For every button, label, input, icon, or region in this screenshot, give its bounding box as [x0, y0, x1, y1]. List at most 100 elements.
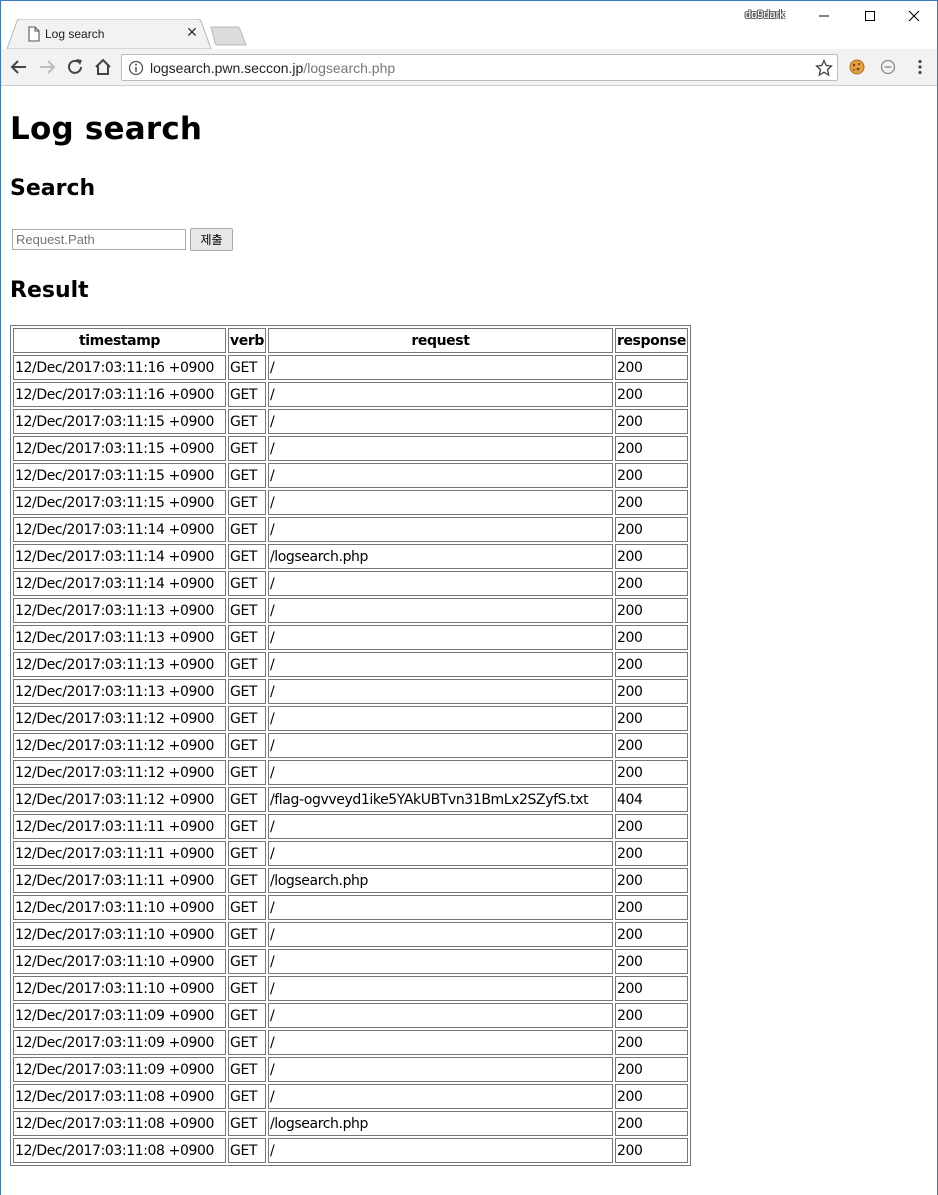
cell-timestamp: 12/Dec/2017:03:11:10 +0900	[13, 976, 226, 1001]
browser-window: Log search ✕ do9dark logsearch.pwn.secco…	[0, 0, 938, 1195]
cell-verb: GET	[228, 922, 266, 947]
page-title: Log search	[10, 111, 203, 147]
cell-response: 200	[614, 1111, 688, 1136]
maximize-icon[interactable]	[847, 1, 893, 31]
cell-timestamp: 12/Dec/2017:03:11:08 +0900	[13, 1084, 226, 1109]
cell-request: /	[267, 679, 613, 704]
table-row: 12/Dec/2017:03:11:11 +0900 GET/200	[13, 841, 688, 866]
home-icon[interactable]	[93, 57, 113, 77]
table-row: 12/Dec/2017:03:11:10 +0900 GET/200	[13, 949, 688, 974]
cell-timestamp: 12/Dec/2017:03:11:13 +0900	[13, 652, 226, 677]
forward-arrow-icon[interactable]	[37, 57, 57, 77]
cell-verb: GET	[228, 787, 266, 812]
cell-verb: GET	[228, 895, 266, 920]
cell-verb: GET	[228, 355, 266, 380]
back-arrow-icon[interactable]	[9, 57, 29, 77]
kebab-menu-icon[interactable]	[910, 57, 930, 77]
url-path: /logsearch.php	[303, 60, 396, 76]
cell-verb: GET	[228, 1138, 266, 1163]
cell-timestamp: 12/Dec/2017:03:11:14 +0900	[13, 544, 226, 569]
cell-verb: GET	[228, 868, 266, 893]
cell-timestamp: 12/Dec/2017:03:11:15 +0900	[13, 490, 226, 515]
cell-timestamp: 12/Dec/2017:03:11:13 +0900	[13, 625, 226, 650]
cell-timestamp: 12/Dec/2017:03:11:11 +0900	[13, 814, 226, 839]
cell-timestamp: 12/Dec/2017:03:11:09 +0900	[13, 1057, 226, 1082]
cell-request: /	[267, 733, 613, 758]
cell-response: 200	[614, 895, 688, 920]
minimize-icon[interactable]	[801, 1, 847, 31]
cookie-icon[interactable]	[847, 57, 867, 77]
cell-verb: GET	[228, 436, 266, 461]
cell-request: /	[267, 571, 613, 596]
cell-timestamp: 12/Dec/2017:03:11:15 +0900	[13, 436, 226, 461]
browser-toolbar: logsearch.pwn.seccon.jp/logsearch.php	[1, 49, 937, 86]
table-row: 12/Dec/2017:03:11:10 +0900 GET/200	[13, 976, 688, 1001]
table-row: 12/Dec/2017:03:11:09 +0900 GET/200	[13, 1057, 688, 1082]
cell-verb: GET	[228, 760, 266, 785]
cell-response: 200	[614, 625, 688, 650]
cell-timestamp: 12/Dec/2017:03:11:14 +0900	[13, 517, 226, 542]
cell-verb: GET	[228, 625, 266, 650]
table-row: 12/Dec/2017:03:11:11 +0900 GET/logsearch.…	[13, 868, 688, 893]
cell-timestamp: 12/Dec/2017:03:11:12 +0900	[13, 733, 226, 758]
cell-response: 200	[614, 814, 688, 839]
cell-verb: GET	[228, 1057, 266, 1082]
cell-response: 200	[614, 355, 688, 380]
cell-response: 200	[614, 652, 688, 677]
result-heading: Result	[10, 278, 89, 303]
search-input[interactable]	[12, 229, 186, 250]
cell-response: 200	[614, 544, 688, 569]
cell-verb: GET	[228, 517, 266, 542]
cell-response: 200	[614, 976, 688, 1001]
table-row: 12/Dec/2017:03:11:16 +0900 GET/200	[13, 355, 688, 380]
close-icon[interactable]: ✕	[185, 26, 199, 40]
star-icon[interactable]	[814, 58, 834, 77]
reload-icon[interactable]	[65, 57, 85, 77]
profile-name[interactable]: do9dark	[745, 9, 785, 21]
cell-timestamp: 12/Dec/2017:03:11:09 +0900	[13, 1003, 226, 1028]
cell-verb: GET	[228, 976, 266, 1001]
info-icon[interactable]	[128, 60, 144, 76]
cell-verb: GET	[228, 571, 266, 596]
cell-timestamp: 12/Dec/2017:03:11:10 +0900	[13, 949, 226, 974]
cell-response: 200	[614, 490, 688, 515]
cell-verb: GET	[228, 841, 266, 866]
cell-timestamp: 12/Dec/2017:03:11:09 +0900	[13, 1030, 226, 1055]
cell-response: 200	[614, 463, 688, 488]
cell-verb: GET	[228, 1084, 266, 1109]
submit-button[interactable]: 제출	[190, 228, 233, 251]
new-tab-button[interactable]	[209, 26, 261, 46]
cell-response: 200	[614, 1138, 688, 1163]
cell-response: 200	[614, 598, 688, 623]
table-row: 12/Dec/2017:03:11:12 +0900 GET/200	[13, 760, 688, 785]
cell-timestamp: 12/Dec/2017:03:11:13 +0900	[13, 679, 226, 704]
cell-request: /	[267, 652, 613, 677]
cell-response: 200	[614, 409, 688, 434]
window-close-icon[interactable]	[891, 1, 937, 31]
table-row: 12/Dec/2017:03:11:12 +0900 GET/200	[13, 706, 688, 731]
browser-tab[interactable]: Log search ✕	[7, 19, 213, 49]
table-row: 12/Dec/2017:03:11:08 +0900 GET/200	[13, 1084, 688, 1109]
cell-request: /	[267, 814, 613, 839]
cell-response: 200	[614, 1003, 688, 1028]
table-row: 12/Dec/2017:03:11:15 +0900 GET/200	[13, 463, 688, 488]
cell-timestamp: 12/Dec/2017:03:11:12 +0900	[13, 787, 226, 812]
cell-verb: GET	[228, 652, 266, 677]
blocked-icon[interactable]	[878, 57, 898, 77]
cell-request: /	[267, 409, 613, 434]
cell-request: /	[267, 463, 613, 488]
result-table: timestamp verb request response 12/Dec/2…	[10, 325, 691, 1166]
cell-request: /logsearch.php	[267, 868, 613, 893]
cell-timestamp: 12/Dec/2017:03:11:13 +0900	[13, 598, 226, 623]
cell-response: 404	[614, 787, 688, 812]
cell-verb: GET	[228, 409, 266, 434]
cell-response: 200	[614, 1030, 688, 1055]
header-response: response	[614, 328, 688, 353]
address-bar[interactable]: logsearch.pwn.seccon.jp/logsearch.php	[121, 54, 838, 81]
url-host: logsearch.pwn.seccon.jp	[150, 60, 304, 76]
cell-response: 200	[614, 760, 688, 785]
cell-response: 200	[614, 1084, 688, 1109]
cell-request: /	[267, 949, 613, 974]
cell-response: 200	[614, 868, 688, 893]
cell-timestamp: 12/Dec/2017:03:11:11 +0900	[13, 841, 226, 866]
